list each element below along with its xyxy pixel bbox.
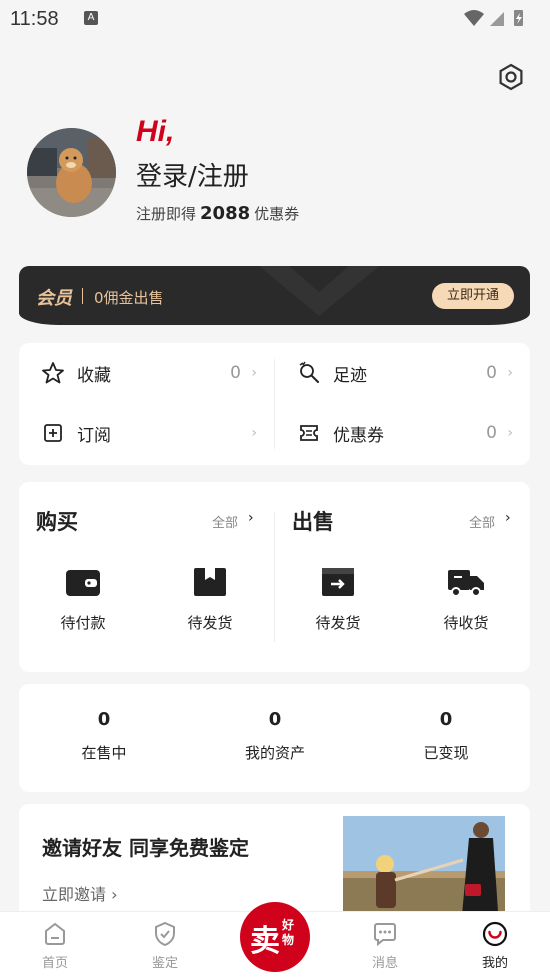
stats-card: 0 在售中 0 我的资产 0 已变现 [19,684,530,792]
buy-all-link[interactable]: 全部 [212,512,238,531]
chevron-right-icon: › [507,425,513,441]
footprint-icon [299,361,319,383]
sell-title: 出售 [292,510,334,534]
tab-messages-label: 消息 [371,956,398,971]
footprint-label: 足迹 [333,365,367,386]
favorites-label: 收藏 [77,365,111,386]
vip-title: 会员 [36,288,72,309]
signal-battery-icon [464,10,523,26]
sell-button-sub: 好物 [282,918,295,947]
subscribe-label: 订阅 [77,425,111,446]
favorites-count: 0 [230,363,241,383]
quick-links-card: 收藏 0 › 足迹 0 › 订阅 › 优惠券 0 › [19,343,530,465]
sell-all-link[interactable]: 全部 [469,512,495,531]
pending-payment-item[interactable]: 待付款 [33,562,133,633]
cashed-out-stat[interactable]: 0 已变现 [386,709,506,763]
sell-pending-ship-label: 待发货 [315,614,361,632]
pending-receive-item[interactable]: 待收货 [416,562,516,633]
bonus-amount: 2088 [200,203,251,224]
coupon-count: 0 [486,423,497,443]
pending-receive-label: 待收货 [443,614,489,632]
on-sale-label: 在售中 [81,744,127,762]
notification-icon: A [84,11,98,25]
shield-check-icon [155,921,175,947]
sell-button[interactable]: 卖 好物 [240,902,310,972]
login-register-link[interactable]: 登录/注册 [136,156,249,193]
wallet-icon [66,570,100,596]
tab-authenticate-label: 鉴定 [151,956,178,971]
status-time: 11:58 [10,8,59,30]
footprint-item[interactable]: 足迹 0 › [275,349,515,397]
home-icon [45,922,65,945]
star-icon [42,362,64,384]
favorites-item[interactable]: 收藏 0 › [19,349,259,397]
vip-decoration [259,266,379,316]
bonus-prefix: 注册即得 [136,205,197,223]
sell-button-main: 卖 [250,924,280,959]
cashed-out-count: 0 [439,709,453,730]
buy-pending-ship-item[interactable]: 待发货 [160,562,260,633]
chevron-right-icon: › [251,365,257,381]
avatar[interactable] [27,128,116,217]
greeting: Hi, [136,115,175,148]
vip-description: 0佣金出售 [94,289,164,307]
tab-mine[interactable]: 我的 [465,920,525,971]
buy-title: 购买 [36,510,78,534]
status-bar: 11:58 A [0,0,550,38]
ship-box-icon [322,568,354,596]
coupon-label: 优惠券 [333,425,384,446]
pending-payment-label: 待付款 [60,614,106,632]
invite-photo [343,816,505,924]
bonus-suffix: 优惠券 [254,205,300,223]
tab-home[interactable]: 首页 [25,920,85,971]
vip-divider [82,288,83,304]
profile-smile-icon [482,921,508,947]
settings-icon[interactable] [497,63,525,91]
assets-stat[interactable]: 0 我的资产 [215,709,335,763]
register-bonus-text: 注册即得 2088 优惠券 [136,203,299,224]
tab-mine-label: 我的 [481,956,508,971]
assets-count: 0 [268,709,282,730]
cashed-out-label: 已变现 [423,744,469,762]
box-icon [194,568,226,596]
on-sale-stat[interactable]: 0 在售中 [44,709,164,763]
footprint-count: 0 [486,363,497,383]
chevron-right-icon: › [507,365,513,381]
assets-label: 我的资产 [244,744,305,762]
coupon-icon [300,425,318,441]
truck-icon [448,570,484,597]
chevron-right-icon: › [251,425,257,441]
chevron-right-icon[interactable]: › [505,510,511,526]
vip-banner[interactable]: 会员 0佣金出售 立即开通 [19,266,530,325]
orders-card: 购买 全部 › 出售 全部 › 待付款 待发货 待发货 待收货 [19,482,530,672]
on-sale-count: 0 [97,709,111,730]
divider [274,512,275,642]
plus-square-icon [44,424,62,442]
invite-link[interactable]: 立即邀请 › [42,881,118,905]
vip-open-button[interactable]: 立即开通 [432,283,514,309]
chevron-right-icon[interactable]: › [248,510,254,526]
coupon-item[interactable]: 优惠券 0 › [275,409,515,457]
invite-link-label: 立即邀请 [42,885,107,904]
buy-pending-ship-label: 待发货 [187,614,233,632]
subscribe-item[interactable]: 订阅 › [19,409,259,457]
divider [274,359,275,449]
tab-messages[interactable]: 消息 [355,920,415,971]
tab-authenticate[interactable]: 鉴定 [135,920,195,971]
tab-home-label: 首页 [41,956,68,971]
invite-title: 邀请好友 同享免费鉴定 [42,836,249,860]
chat-icon [374,923,396,947]
sell-pending-ship-item[interactable]: 待发货 [288,562,388,633]
